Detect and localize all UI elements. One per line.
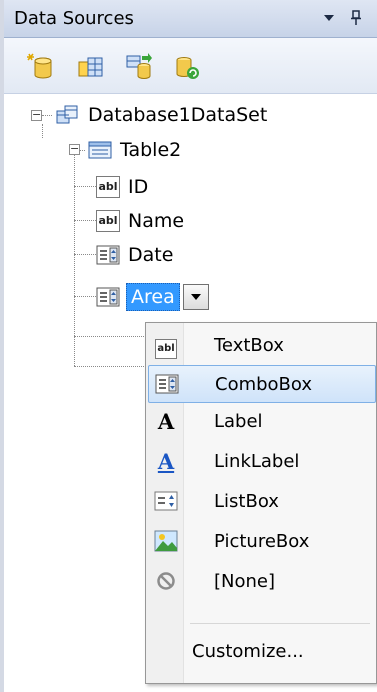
menu-item-none[interactable]: [None] <box>148 563 376 601</box>
minus-icon: − <box>70 142 80 155</box>
dataset-icon <box>56 105 78 124</box>
dataset-label: Database1DataSet <box>88 104 268 126</box>
menu-item-picturebox[interactable]: PictureBox <box>148 523 376 561</box>
textbox-icon: abl <box>96 176 120 198</box>
menu-item-label: LinkLabel <box>214 451 300 472</box>
menu-item-customize[interactable]: Customize... <box>148 633 376 671</box>
combobox-icon <box>96 287 120 307</box>
window-position-dropdown-button[interactable] <box>317 5 341 31</box>
menu-item-combobox[interactable]: ComboBox <box>148 365 376 403</box>
panel-title-bar: Data Sources <box>4 0 377 38</box>
edit-dataset-icon <box>78 57 103 77</box>
menu-separator <box>190 623 370 624</box>
menu-item-label: Customize... <box>192 641 304 662</box>
menu-item-linklabel[interactable]: A LinkLabel <box>148 443 376 481</box>
data-sources-panel: Data Sources − Database1DataSet − Table2… <box>0 0 377 692</box>
tree-line <box>42 115 52 116</box>
field-label: ID <box>128 176 149 198</box>
listbox-icon <box>154 490 178 514</box>
panel-title: Data Sources <box>14 8 134 29</box>
menu-item-label: TextBox <box>214 335 284 356</box>
tree-line <box>74 220 96 221</box>
configure-dataset-with-wizard-button[interactable] <box>124 52 156 82</box>
minus-icon: − <box>32 108 42 121</box>
add-new-data-source-button[interactable] <box>26 52 58 82</box>
menu-item-textbox[interactable]: abl TextBox <box>148 327 376 365</box>
field-label: Name <box>128 210 185 232</box>
tree-line <box>74 254 96 255</box>
refresh-button[interactable] <box>172 52 204 82</box>
menu-item-label: PictureBox <box>214 531 310 552</box>
menu-item-label: ComboBox <box>215 374 313 395</box>
textbox-icon: abl <box>96 210 120 232</box>
tree-node-field[interactable]: abl ID <box>96 172 148 202</box>
menu-item-label: ListBox <box>214 491 279 512</box>
combobox-icon <box>155 373 179 397</box>
tree-node-field[interactable]: abl Name <box>96 206 184 236</box>
label-icon: A <box>157 409 175 434</box>
control-type-menu: abl TextBox ComboBox A Label A LinkLabel… <box>145 322 377 684</box>
picturebox-icon <box>154 530 178 554</box>
field-label-selected: Area <box>126 283 180 311</box>
edit-dataset-with-designer-button[interactable] <box>75 52 107 82</box>
tree-line <box>74 336 146 337</box>
auto-hide-pin-button[interactable] <box>344 5 368 31</box>
control-type-dropdown-button[interactable] <box>182 284 209 310</box>
menu-item-label: [None] <box>214 571 276 592</box>
refresh-icon <box>176 57 199 79</box>
none-icon <box>154 570 178 594</box>
table-icon <box>88 141 112 159</box>
tree-line <box>74 186 96 187</box>
textbox-icon: abl <box>154 334 178 359</box>
field-label: Date <box>128 244 174 266</box>
tree-node-field-selected[interactable]: Area <box>96 282 209 312</box>
menu-item-listbox[interactable]: ListBox <box>148 483 376 521</box>
dataset-collapse-toggle[interactable]: − <box>31 108 42 121</box>
menu-item-label-control[interactable]: A Label <box>148 403 376 441</box>
configure-wizard-icon <box>126 53 152 79</box>
add-data-source-icon <box>27 53 52 79</box>
tree-node-table[interactable]: Table2 <box>88 135 181 165</box>
data-sources-toolbar <box>4 38 377 94</box>
menu-item-label: Label <box>214 411 263 432</box>
table-collapse-toggle[interactable]: − <box>69 142 80 155</box>
pin-icon <box>351 10 361 25</box>
chevron-down-icon <box>324 15 334 21</box>
tree-node-field[interactable]: Date <box>96 240 173 270</box>
combobox-icon <box>96 245 120 265</box>
textbox-icon-glyph: abl <box>155 339 177 359</box>
tree-line <box>74 296 96 297</box>
linklabel-icon: A <box>157 449 175 474</box>
chevron-down-icon <box>190 294 201 300</box>
tree-line <box>42 124 43 138</box>
table-label: Table2 <box>120 139 182 161</box>
tree-line <box>74 366 146 367</box>
tree-node-dataset[interactable]: Database1DataSet <box>56 100 267 130</box>
